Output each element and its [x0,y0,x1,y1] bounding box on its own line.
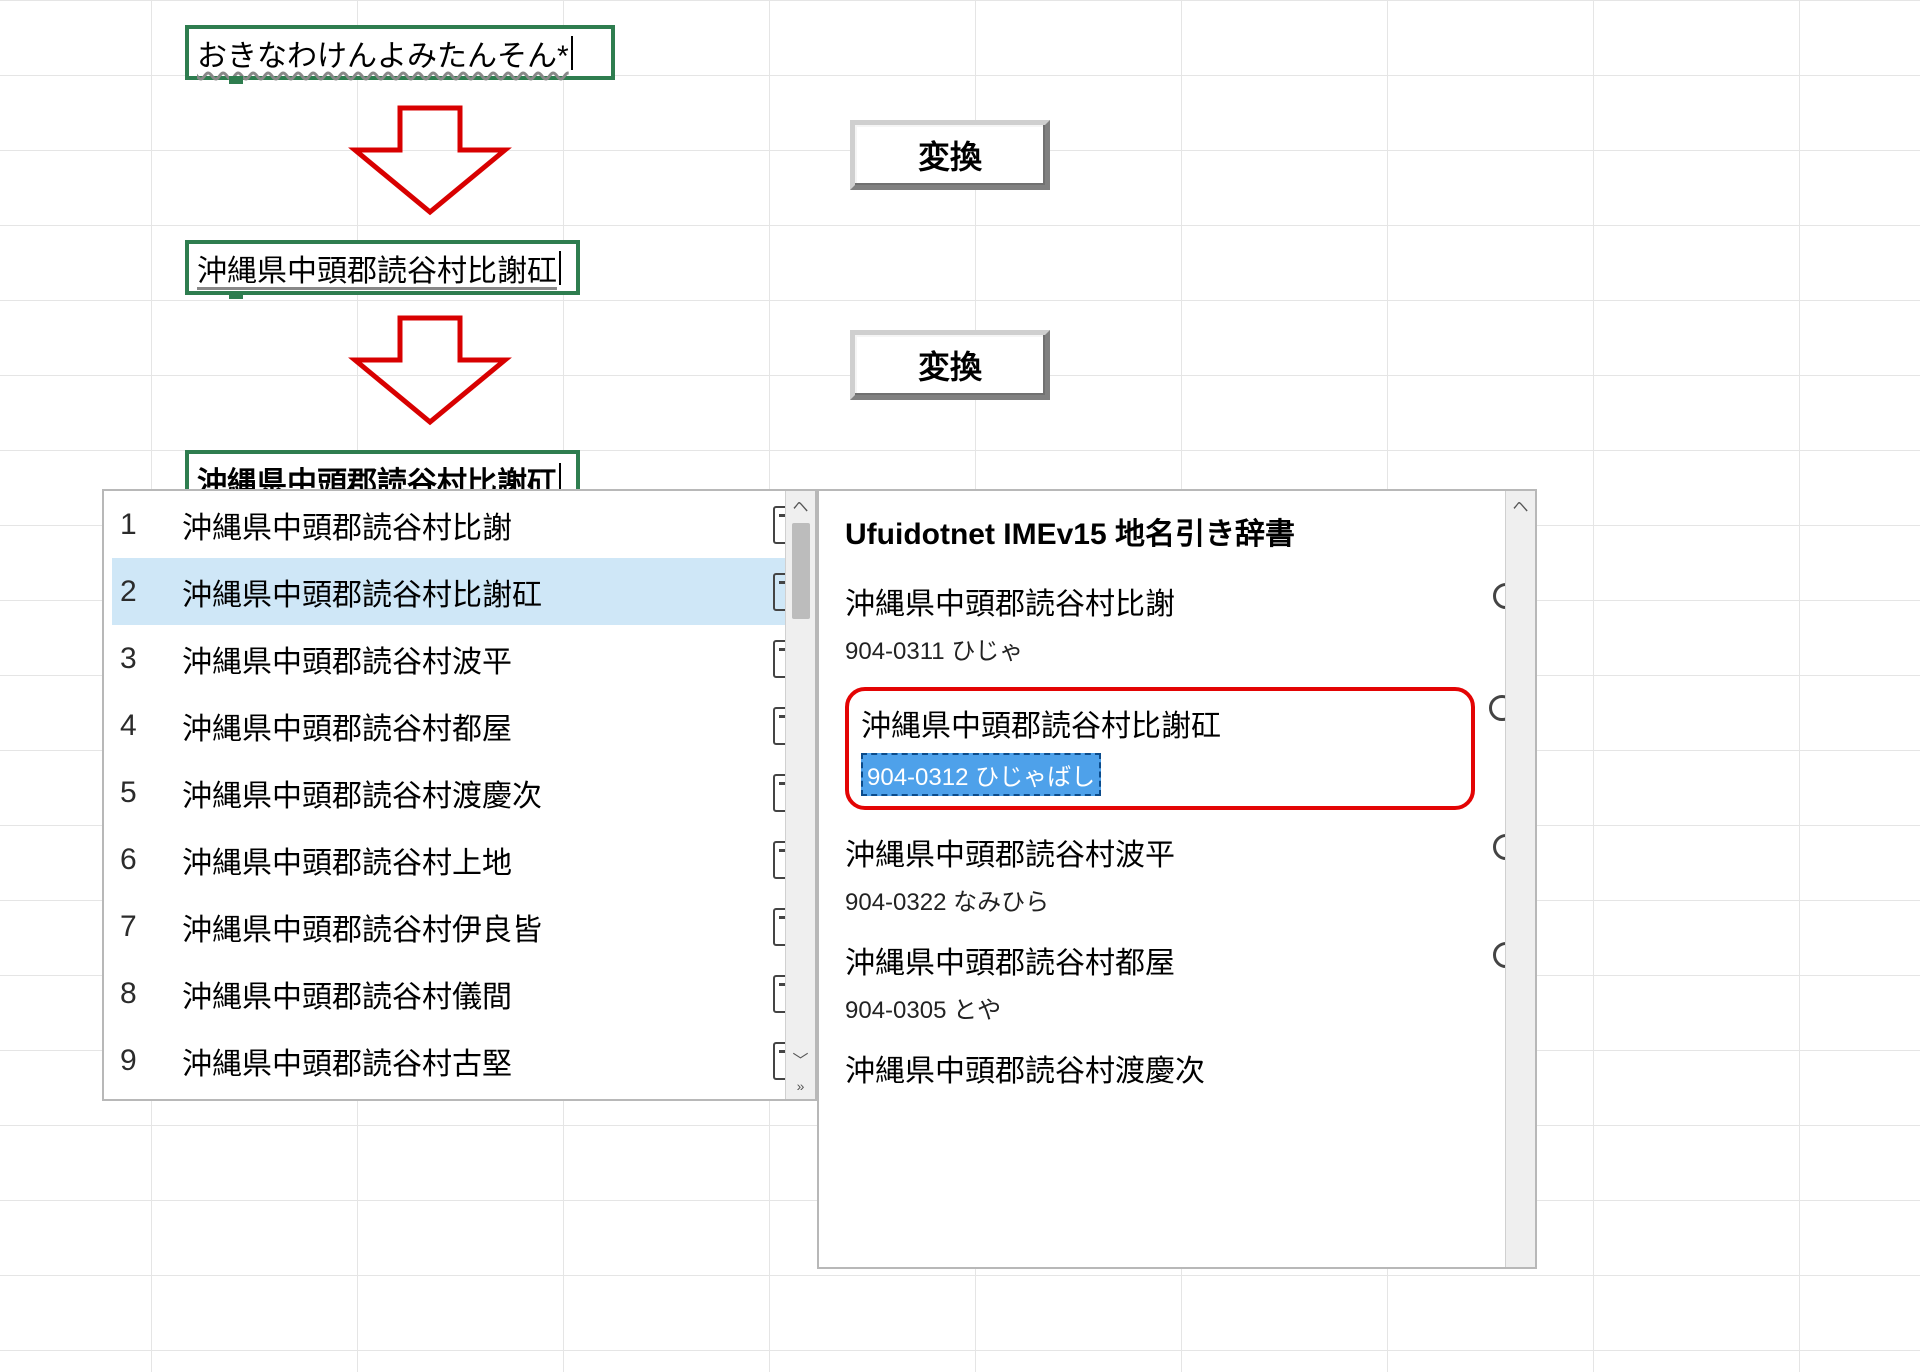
down-arrow-icon [345,100,515,220]
scroll-up-icon[interactable]: ヘ [1506,491,1535,519]
henkan-label: 変換 [918,132,982,178]
text-cursor [571,36,573,70]
candidate-row[interactable]: 6 沖縄県中頭郡読谷村上地 [112,826,815,893]
candidate-text: 沖縄県中頭郡読谷村伊良皆 [182,905,739,949]
converted-text-1: 沖縄県中頭郡読谷村比謝矼 [197,246,557,290]
candidate-text: 沖縄県中頭郡読谷村儀間 [182,972,739,1016]
henkan-label: 変換 [918,342,982,388]
candidate-row[interactable]: 4 沖縄県中頭郡読谷村都屋 [112,692,815,759]
candidate-row[interactable]: 9 沖縄県中頭郡読谷村古堅 [112,1027,815,1094]
detail-reading-highlight: 904-0312 ひじゃばし [861,753,1101,796]
detail-panel-title: Ufuidotnet IMEv15 地名引き辞書 [845,509,1475,553]
detail-place: 沖縄県中頭郡読谷村波平 [845,830,1475,874]
scroll-up-icon[interactable]: ヘ [786,491,815,519]
henkan-button[interactable]: 変換 [850,330,1050,400]
detail-place: 沖縄県中頭郡読谷村比謝 [845,579,1475,623]
ime-candidate-panel: 1 沖縄県中頭郡読谷村比謝 2 沖縄県中頭郡読谷村比謝矼 3 沖縄県中頭郡読谷村… [102,489,817,1101]
detail-reading: 904-0305 とや [845,990,1475,1025]
cell-marker [229,76,243,84]
candidate-text: 沖縄県中頭郡読谷村比謝矼 [182,570,739,614]
candidate-number: 9 [120,1044,148,1078]
candidate-text: 沖縄県中頭郡読谷村上地 [182,838,739,882]
scroll-down-icon[interactable]: ﹀ [786,1045,815,1073]
expand-icon[interactable]: » [786,1073,815,1099]
cell-marker [229,291,243,299]
candidate-row[interactable]: 5 沖縄県中頭郡読谷村渡慶次 [112,759,815,826]
candidate-text: 沖縄県中頭郡読谷村波平 [182,637,739,681]
candidate-number: 6 [120,843,148,877]
input-cell-hiragana[interactable]: おきなわけんよみたんそん* [185,25,615,80]
down-arrow-icon [345,310,515,430]
detail-place: 沖縄県中頭郡読谷村都屋 [845,938,1475,982]
scroll-thumb[interactable] [792,523,810,619]
henkan-button[interactable]: 変換 [850,120,1050,190]
candidate-row[interactable]: 3 沖縄県中頭郡読谷村波平 [112,625,815,692]
candidate-text: 沖縄県中頭郡読谷村渡慶次 [182,771,739,815]
candidate-text: 沖縄県中頭郡読谷村都屋 [182,704,739,748]
input-text: おきなわけんよみたんそん* [197,31,569,75]
candidate-row[interactable]: 8 沖縄県中頭郡読谷村儀間 [112,960,815,1027]
candidate-number: 8 [120,977,148,1011]
detail-item[interactable]: 沖縄県中頭郡読谷村都屋 904-0305 とや [845,938,1475,1026]
candidate-scrollbar[interactable]: ヘ ﹀ » [785,491,815,1099]
candidate-list: 1 沖縄県中頭郡読谷村比謝 2 沖縄県中頭郡読谷村比謝矼 3 沖縄県中頭郡読谷村… [104,491,815,1099]
detail-place: 沖縄県中頭郡読谷村比謝矼 [861,701,1459,745]
candidate-row[interactable]: 7 沖縄県中頭郡読谷村伊良皆 [112,893,815,960]
candidate-row[interactable]: 2 沖縄県中頭郡読谷村比謝矼 [112,558,815,625]
detail-item-selected[interactable]: 沖縄県中頭郡読谷村比謝矼 904-0312 ひじゃばし [845,687,1475,810]
candidate-number: 4 [120,709,148,743]
converted-cell-1[interactable]: 沖縄県中頭郡読谷村比謝矼 [185,240,580,295]
candidate-row[interactable]: 1 沖縄県中頭郡読谷村比謝 [112,491,815,558]
detail-place: 沖縄県中頭郡読谷村渡慶次 [845,1046,1475,1090]
detail-item[interactable]: 沖縄県中頭郡読谷村渡慶次 [845,1046,1475,1134]
detail-scrollbar[interactable]: ヘ [1505,491,1535,1267]
text-cursor [559,251,561,285]
candidate-number: 3 [120,642,148,676]
candidate-number: 1 [120,508,148,542]
ime-detail-panel: Ufuidotnet IMEv15 地名引き辞書 沖縄県中頭郡読谷村比謝 904… [817,489,1537,1269]
candidate-text: 沖縄県中頭郡読谷村比謝 [182,503,739,547]
detail-item[interactable]: 沖縄県中頭郡読谷村波平 904-0322 なみひら [845,830,1475,918]
candidate-number: 2 [120,575,148,609]
detail-item[interactable]: 沖縄県中頭郡読谷村比謝 904-0311 ひじゃ [845,579,1475,667]
candidate-text: 沖縄県中頭郡読谷村古堅 [182,1039,739,1083]
detail-reading: 904-0311 ひじゃ [845,631,1475,666]
candidate-number: 5 [120,776,148,810]
candidate-number: 7 [120,910,148,944]
detail-reading: 904-0322 なみひら [845,882,1475,917]
